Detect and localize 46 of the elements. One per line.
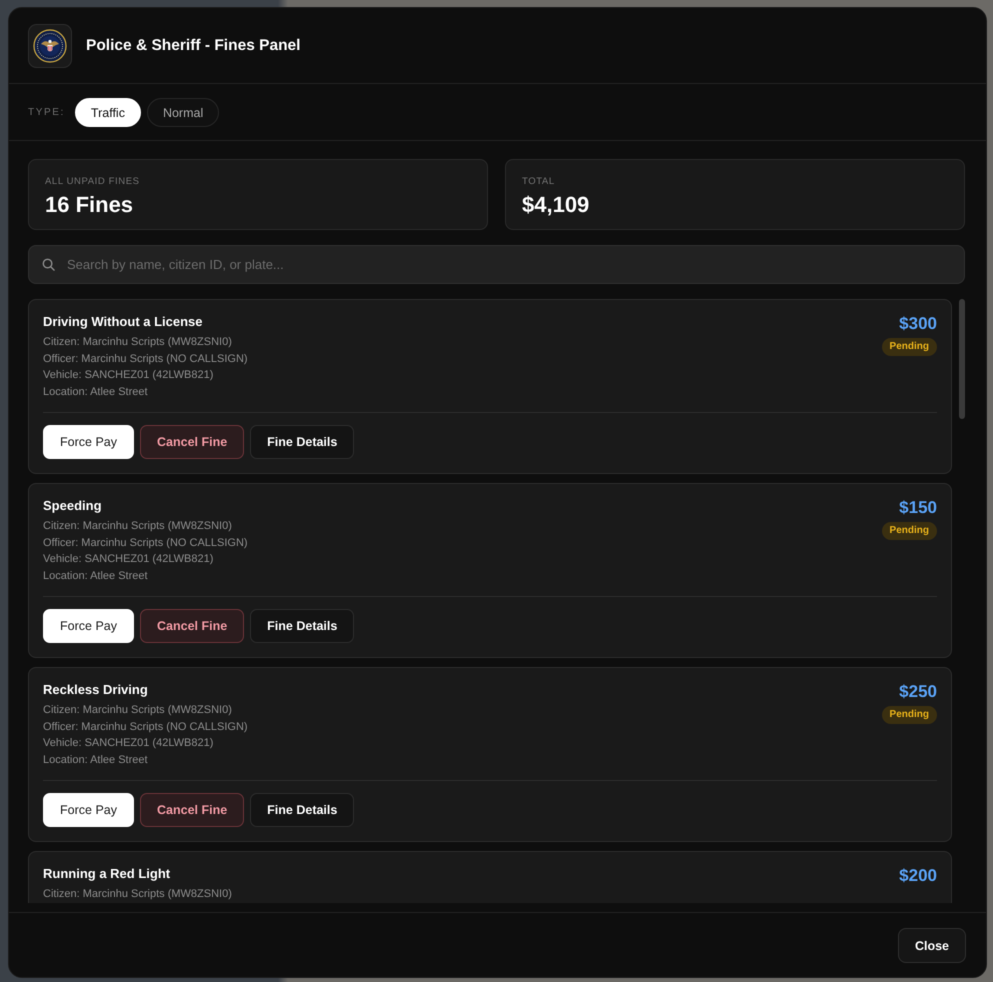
fine-title: Driving Without a License — [43, 314, 203, 330]
type-label: TYPE: — [28, 107, 65, 118]
search-field[interactable]: Search by name, citizen ID, or plate... — [28, 245, 965, 284]
details-button[interactable]: Fine Details — [250, 793, 354, 827]
stat-label: ALL UNPAID FINES — [45, 176, 140, 188]
stat-label: TOTAL — [522, 176, 555, 188]
filter-tab[interactable]: Traffic — [74, 98, 141, 127]
fine-title: Speeding — [43, 498, 102, 514]
cancel-button[interactable]: Cancel Fine — [140, 793, 244, 827]
pay-button[interactable]: Force Pay — [43, 425, 134, 459]
pay-button[interactable]: Force Pay — [43, 609, 134, 643]
fine-detail: Location: Atlee Street — [43, 568, 148, 584]
cancel-button[interactable]: Cancel Fine — [140, 425, 244, 459]
stat-value: 16 Fines — [45, 191, 134, 219]
fine-detail: Location: Atlee Street — [43, 752, 148, 768]
status-badge: Pending — [882, 338, 937, 356]
window-title: Police & Sheriff - Fines Panel — [86, 36, 300, 56]
fine-detail: Vehicle: SANCHEZ01 (42LWB821) — [43, 368, 214, 383]
seal-icon — [28, 24, 72, 68]
fine-amount: $250 — [899, 682, 937, 702]
status-badge: Pending — [882, 706, 937, 724]
fine-detail: Vehicle: SANCHEZ01 (42LWB821) — [43, 552, 214, 567]
fine-detail: Vehicle: SANCHEZ01 (42LWB821) — [43, 736, 214, 751]
fine-title: Running a Red Light — [43, 866, 170, 882]
stat-value: $4,109 — [522, 191, 590, 219]
fine-amount: $150 — [899, 498, 937, 518]
close-button[interactable]: Close — [898, 928, 966, 963]
details-button[interactable]: Fine Details — [250, 425, 354, 459]
fine-detail: Citizen: Marcinhu Scripts (MW8ZSNI0) — [43, 703, 232, 718]
fine-detail: Citizen: Marcinhu Scripts (MW8ZSNI0) — [43, 519, 232, 534]
fine-title: Reckless Driving — [43, 682, 148, 698]
fine-detail: Officer: Marcinhu Scripts (NO CALLSIGN) — [43, 352, 248, 366]
filter-tab[interactable]: Normal — [146, 98, 220, 127]
fine-detail: Citizen: Marcinhu Scripts (MW8ZSNI0) — [43, 335, 232, 350]
cancel-button[interactable]: Cancel Fine — [140, 609, 244, 643]
fine-detail: Officer: Marcinhu Scripts (NO CALLSIGN) — [43, 536, 248, 550]
details-button[interactable]: Fine Details — [250, 609, 354, 643]
scrollbar-thumb[interactable] — [959, 299, 965, 419]
fine-detail: Location: Atlee Street — [43, 384, 148, 400]
fine-detail: Citizen: Marcinhu Scripts (MW8ZSNI0) — [43, 887, 232, 902]
status-badge: Pending — [882, 522, 937, 540]
fine-amount: $200 — [899, 866, 937, 886]
fine-detail: Officer: Marcinhu Scripts (NO CALLSIGN) — [43, 720, 248, 734]
pay-button[interactable]: Force Pay — [43, 793, 134, 827]
search-icon — [42, 258, 55, 271]
fine-amount: $300 — [899, 314, 937, 334]
